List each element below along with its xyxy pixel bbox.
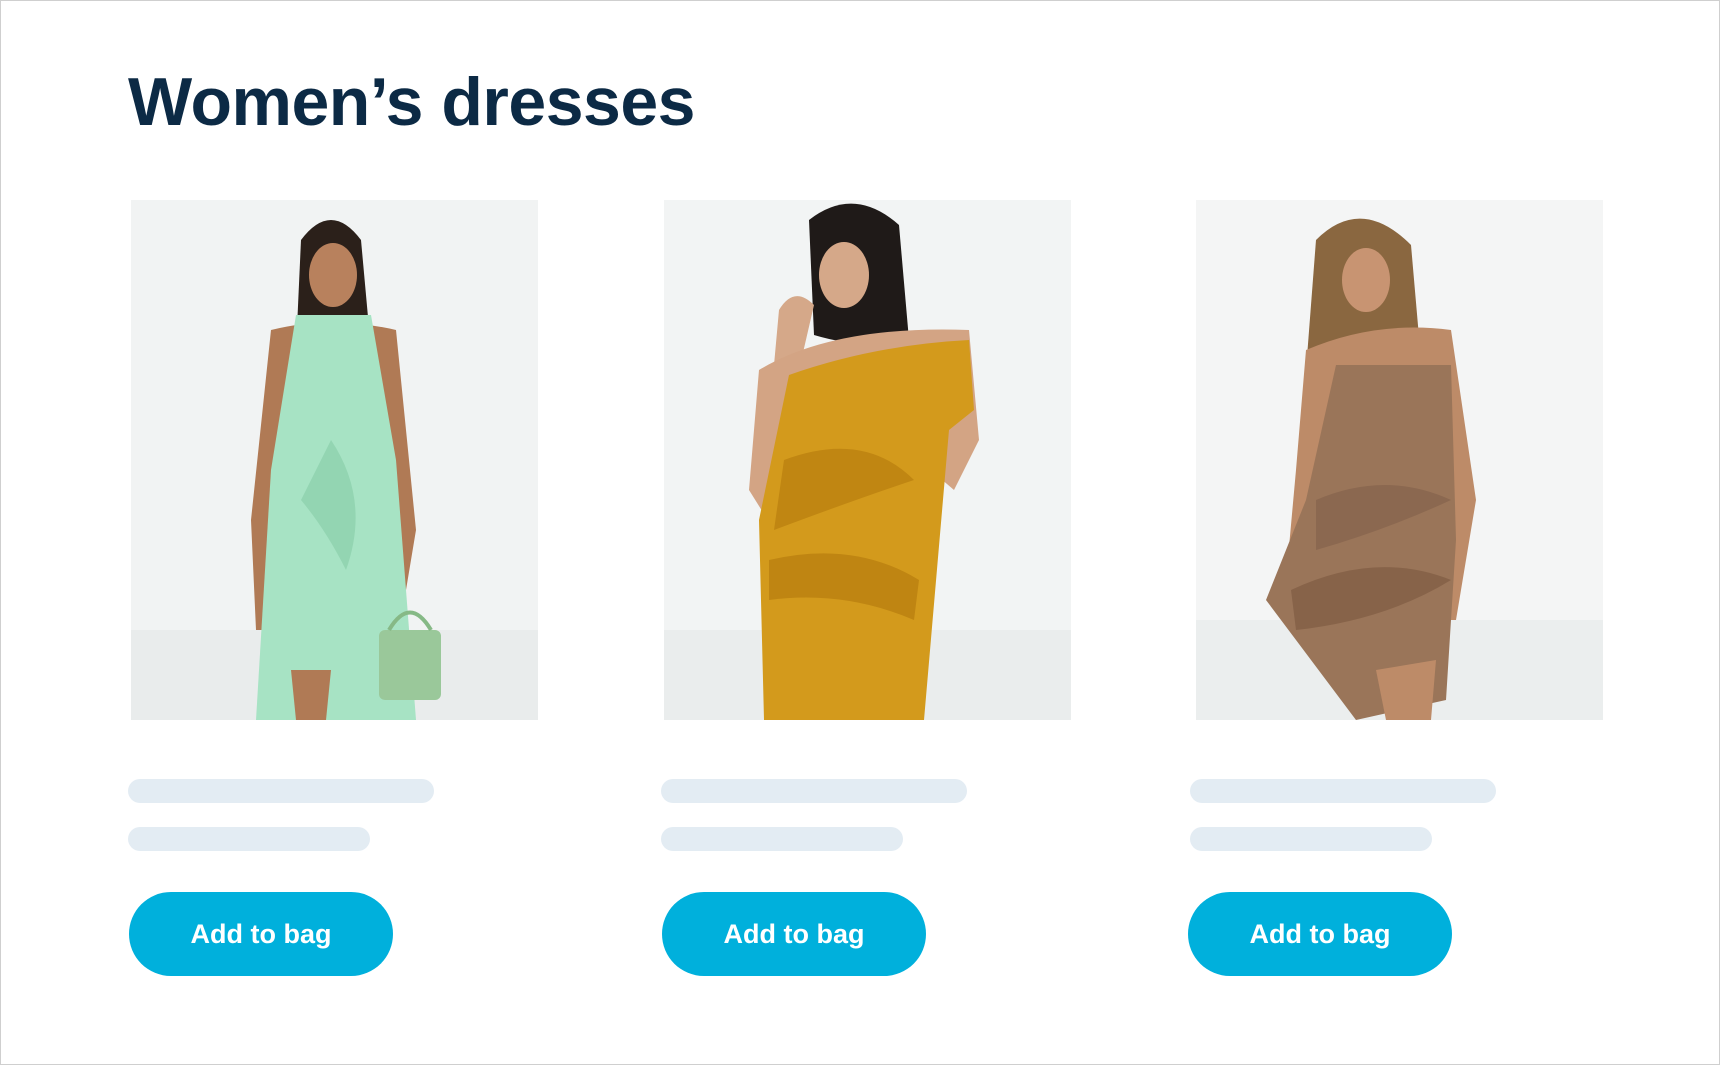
title-placeholder	[1190, 779, 1496, 803]
add-to-bag-button[interactable]: Add to bag	[129, 892, 393, 976]
page-frame: Women’s dresses Add to bag Add to bag Ad…	[0, 0, 1720, 1065]
title-placeholder	[661, 779, 967, 803]
product-image[interactable]	[664, 200, 1071, 720]
product-image[interactable]	[131, 200, 538, 720]
add-to-bag-button[interactable]: Add to bag	[662, 892, 926, 976]
product-card	[131, 200, 539, 720]
product-image[interactable]	[1196, 200, 1603, 720]
price-placeholder	[128, 827, 370, 851]
price-placeholder	[1190, 827, 1432, 851]
product-card	[1196, 200, 1604, 720]
product-card	[664, 200, 1072, 720]
title-placeholder	[128, 779, 434, 803]
add-to-bag-button[interactable]: Add to bag	[1188, 892, 1452, 976]
page-title: Women’s dresses	[128, 64, 695, 140]
price-placeholder	[661, 827, 903, 851]
